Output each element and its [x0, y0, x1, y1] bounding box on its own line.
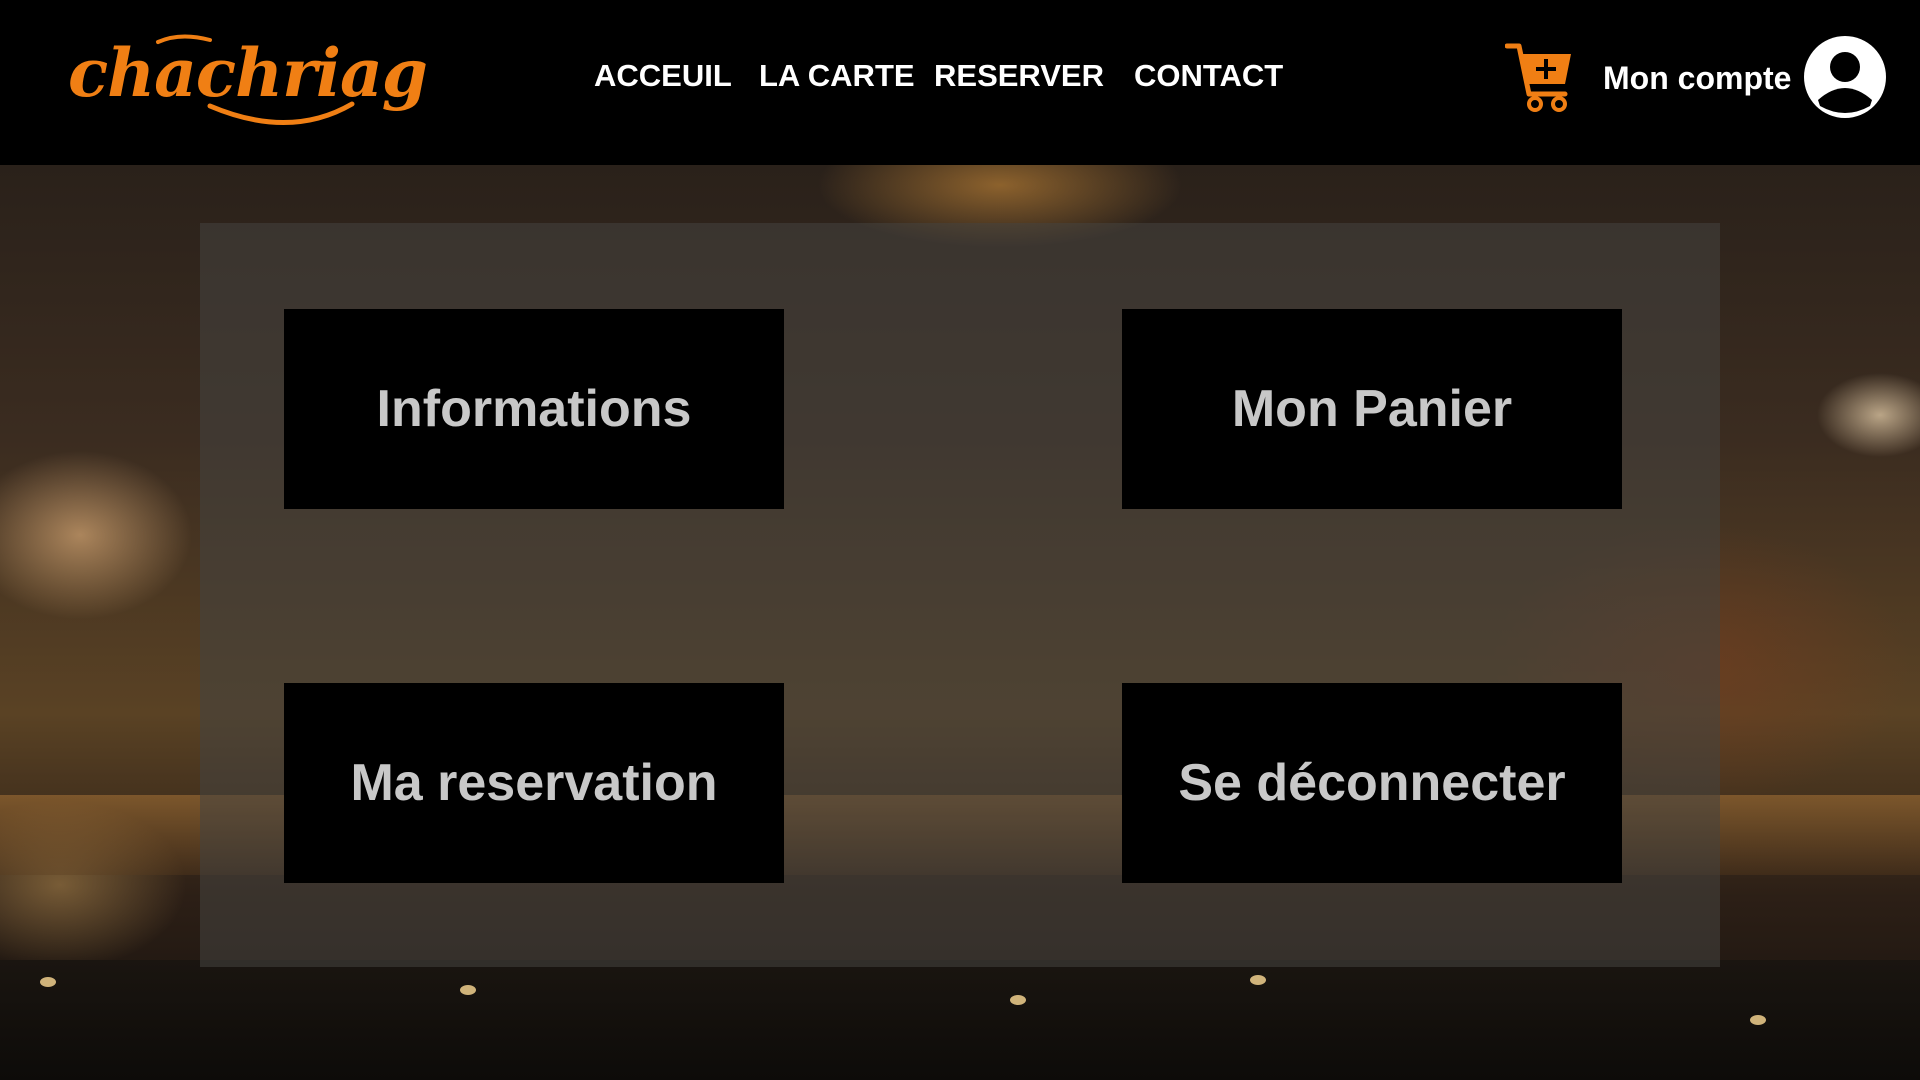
background-light — [1250, 975, 1266, 985]
brand-logo[interactable]: chachriag — [60, 28, 428, 128]
background-light — [40, 977, 56, 987]
user-circle-icon[interactable] — [1804, 36, 1886, 118]
logo-flourish-icon — [156, 34, 355, 125]
background-light — [1010, 995, 1026, 1005]
informations-button[interactable]: Informations — [284, 309, 784, 509]
account-label[interactable]: Mon compte — [1603, 60, 1791, 97]
top-navbar: chachriag ACCEUIL LA CARTE RESERVER CONT… — [0, 0, 1920, 165]
background-light — [1750, 1015, 1766, 1025]
ma-reservation-button[interactable]: Ma reservation — [284, 683, 784, 883]
logout-button[interactable]: Se déconnecter — [1122, 683, 1622, 883]
nav-link-la-carte[interactable]: LA CARTE — [759, 58, 915, 94]
nav-link-contact[interactable]: CONTACT — [1134, 58, 1283, 94]
account-menu-panel: Informations Mon Panier Ma reservation S… — [200, 223, 1720, 967]
cart-plus-icon[interactable] — [1505, 40, 1575, 112]
informations-label: Informations — [376, 380, 692, 438]
background-floor — [0, 960, 1920, 1080]
mon-panier-label: Mon Panier — [1231, 380, 1513, 438]
nav-link-reserver[interactable]: RESERVER — [934, 58, 1104, 94]
ma-reservation-label: Ma reservation — [350, 754, 718, 812]
background-light — [460, 985, 476, 995]
mon-panier-button[interactable]: Mon Panier — [1122, 309, 1622, 509]
nav-link-acceuil[interactable]: ACCEUIL — [594, 58, 732, 94]
logout-label: Se déconnecter — [1178, 754, 1566, 812]
